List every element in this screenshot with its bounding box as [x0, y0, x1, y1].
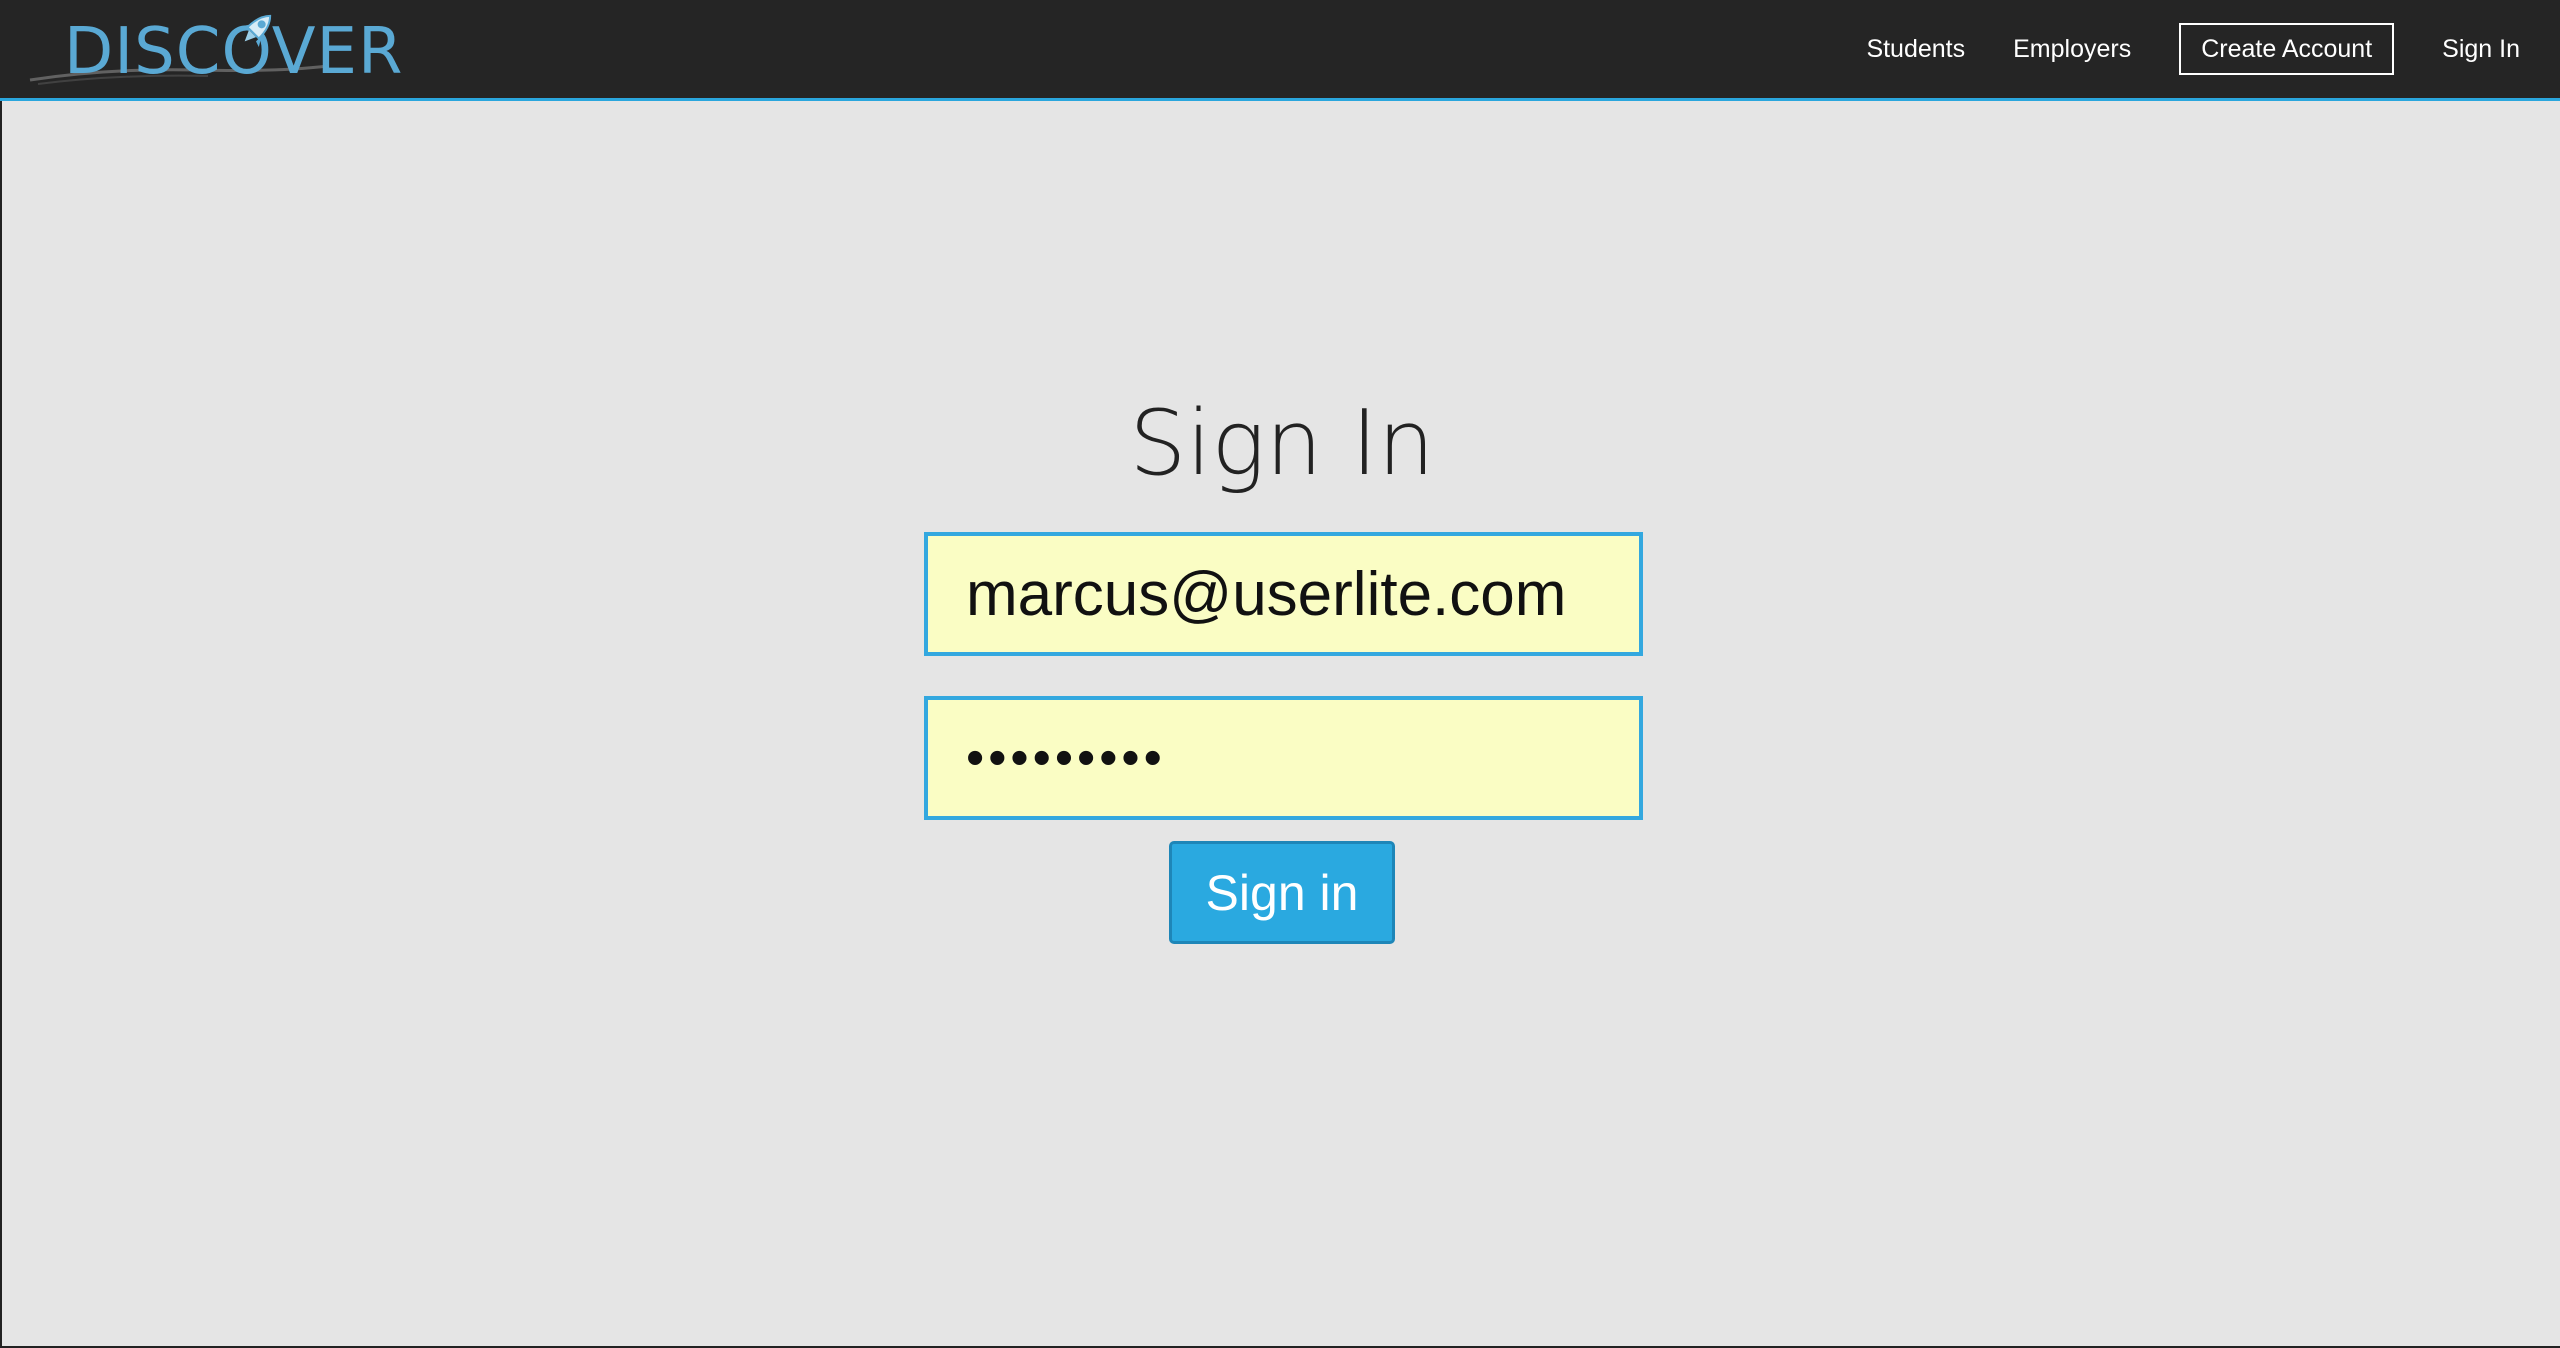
- page-title: Sign In: [1129, 391, 1435, 496]
- rocket-icon: [239, 14, 272, 47]
- email-field-value: marcus@userlite.com: [966, 559, 1567, 629]
- sign-in-button-label: Sign in: [1205, 864, 1359, 921]
- sign-in-button[interactable]: Sign in: [1169, 841, 1395, 944]
- create-account-button[interactable]: Create Account: [2179, 23, 2395, 75]
- nav-students-link[interactable]: Students: [1866, 35, 1965, 64]
- password-field-mask: •••••••••: [966, 729, 1166, 787]
- top-navbar: DISCOVER Students Employers Create Accou…: [0, 0, 2560, 101]
- nav-employers-link[interactable]: Employers: [2013, 35, 2131, 64]
- password-field[interactable]: •••••••••: [924, 696, 1643, 820]
- nav-links: Students Employers Create Account Sign I…: [1866, 0, 2560, 98]
- nav-sign-in-link[interactable]: Sign In: [2442, 35, 2520, 64]
- main-content: Sign In marcus@userlite.com ••••••••• Si…: [0, 101, 2560, 1348]
- email-field[interactable]: marcus@userlite.com: [924, 532, 1643, 656]
- discover-logo[interactable]: DISCOVER: [28, 10, 402, 90]
